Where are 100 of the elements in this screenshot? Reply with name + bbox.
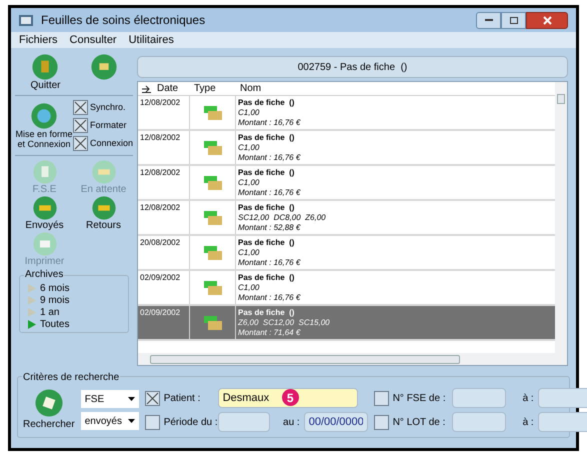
dropdown[interactable]: FSE bbox=[80, 390, 139, 408]
action-button[interactable]: Envoyés bbox=[15, 196, 74, 231]
number-field[interactable] bbox=[538, 412, 587, 432]
vertical-scrollbar[interactable] bbox=[555, 82, 567, 353]
caret-icon bbox=[128, 419, 135, 423]
field-label: Patient : bbox=[164, 392, 202, 406]
tray-icon bbox=[92, 160, 116, 184]
sort-icon[interactable] bbox=[142, 84, 151, 92]
close-button[interactable] bbox=[526, 12, 568, 28]
cards-icon bbox=[204, 316, 222, 330]
name-text: Pas de fiche () bbox=[238, 308, 296, 318]
folder-icon bbox=[91, 54, 118, 80]
menu-item[interactable]: Utilitaires bbox=[128, 32, 174, 48]
name-text: Pas de fiche () bbox=[238, 98, 296, 108]
date-cell: 12/08/2002 bbox=[138, 96, 190, 129]
table-row[interactable]: 20/08/2002 Pas de fiche () C1,00 Montant : 16,76 € bbox=[138, 236, 555, 271]
close-icon bbox=[542, 16, 552, 24]
amount-text: Montant : 52,88 € bbox=[238, 223, 302, 233]
folder-button[interactable] bbox=[91, 54, 118, 80]
window-title: Feuilles de soins électroniques bbox=[41, 12, 206, 29]
archive-item[interactable]: 9 mois bbox=[28, 294, 70, 306]
search-button[interactable]: Rechercher bbox=[23, 388, 75, 432]
name-text: Pas de fiche () bbox=[238, 238, 296, 248]
search-icon bbox=[34, 388, 63, 416]
date-cell: 02/09/2002 bbox=[138, 306, 190, 339]
date-field[interactable] bbox=[218, 412, 270, 432]
horizontal-scrollbar[interactable] bbox=[138, 353, 567, 365]
menu-item[interactable]: Consulter bbox=[70, 32, 117, 48]
archive-item[interactable]: Toutes bbox=[28, 318, 70, 330]
tray-icon bbox=[92, 196, 116, 220]
group-title: Archives bbox=[24, 269, 64, 280]
door-icon bbox=[32, 54, 58, 80]
column-header[interactable]: Date bbox=[157, 81, 178, 96]
field-label: N° LOT de : bbox=[392, 416, 446, 430]
number-field[interactable] bbox=[452, 388, 506, 408]
checkbox[interactable] bbox=[144, 390, 160, 406]
cards-icon bbox=[204, 141, 222, 155]
date-cell: 12/08/2002 bbox=[138, 131, 190, 164]
number-field[interactable] bbox=[538, 388, 587, 408]
field-label: au : bbox=[282, 416, 300, 430]
number-field[interactable] bbox=[452, 412, 506, 432]
table-row[interactable]: 12/08/2002 Pas de fiche () C1,00 Montant : 16,76 € bbox=[138, 166, 555, 201]
table-row[interactable]: 02/09/2002 Pas de fiche () Z6,00 SC12,00 SC15,00 Montant : 71,64 € bbox=[138, 306, 555, 341]
minimize-button[interactable] bbox=[476, 12, 501, 28]
printer-icon bbox=[32, 232, 56, 256]
amount-text: Montant : 16,76 € bbox=[238, 188, 300, 198]
doc-icon bbox=[32, 160, 56, 184]
table-row[interactable]: 12/08/2002 Pas de fiche () C1,00 Montant : 16,76 € bbox=[138, 96, 555, 131]
acts-text: C1,00 bbox=[238, 248, 260, 258]
cards-icon bbox=[204, 211, 222, 225]
name-text: Pas de fiche () bbox=[238, 168, 296, 178]
name-text: Pas de fiche () bbox=[238, 203, 296, 213]
cards-icon bbox=[204, 246, 222, 260]
cards-icon bbox=[204, 281, 222, 295]
amount-text: Montant : 16,76 € bbox=[238, 118, 300, 128]
checkbox[interactable] bbox=[72, 118, 88, 133]
caret-icon bbox=[128, 397, 135, 401]
acts-text: SC12,00 DC8,00 Z6,00 bbox=[238, 213, 326, 223]
menu-item[interactable]: Fichiers bbox=[19, 32, 58, 48]
amount-text: Montant : 16,76 € bbox=[238, 258, 300, 268]
checkbox[interactable] bbox=[374, 414, 389, 430]
format-connect-button[interactable]: Mise en forme et Connexion bbox=[15, 102, 73, 148]
checkbox[interactable] bbox=[72, 100, 88, 115]
cards-icon bbox=[204, 176, 222, 190]
checkbox[interactable] bbox=[144, 414, 160, 430]
amount-text: Montant : 16,76 € bbox=[238, 293, 300, 303]
date-cell: 20/08/2002 bbox=[138, 236, 190, 269]
table-row[interactable]: 02/09/2002 Pas de fiche () C1,00 Montant : 16,76 € bbox=[138, 271, 555, 306]
checkbox-label: Synchro. bbox=[90, 102, 126, 113]
field-label: N° FSE de : bbox=[392, 392, 447, 406]
checkbox[interactable] bbox=[72, 136, 88, 151]
maximize-button[interactable] bbox=[501, 12, 526, 28]
globe-icon bbox=[30, 102, 57, 128]
name-text: Pas de fiche () bbox=[238, 133, 296, 143]
quit-button[interactable]: Quitter bbox=[30, 54, 60, 91]
field-label: à : bbox=[522, 392, 534, 406]
acts-text: C1,00 bbox=[238, 143, 260, 153]
date-cell: 12/08/2002 bbox=[138, 201, 190, 234]
action-button[interactable]: Retours bbox=[74, 196, 133, 231]
amount-text: Montant : 71,64 € bbox=[238, 328, 302, 338]
archive-item[interactable]: 1 an bbox=[28, 306, 60, 318]
checkbox-label: Formater bbox=[90, 120, 126, 131]
date-cell: 12/08/2002 bbox=[138, 166, 190, 199]
amount-text: Montant : 16,76 € bbox=[238, 153, 300, 163]
record-header: 002759 - Pas de fiche () bbox=[137, 56, 568, 78]
table-row[interactable]: 12/08/2002 Pas de fiche () C1,00 Montant : 16,76 € bbox=[138, 131, 555, 166]
name-text: Pas de fiche () bbox=[238, 273, 296, 283]
dropdown[interactable]: envoyés bbox=[80, 412, 139, 430]
date-cell: 02/09/2002 bbox=[138, 271, 190, 304]
app-icon bbox=[19, 14, 33, 26]
table-row[interactable]: 12/08/2002 Pas de fiche () SC12,00 DC8,00 Z6,00 Montant : 52,88 € bbox=[138, 201, 555, 236]
acts-text: C1,00 bbox=[238, 108, 260, 118]
tray-icon bbox=[32, 196, 56, 220]
archive-item[interactable]: 6 mois bbox=[28, 282, 70, 294]
column-header[interactable]: Nom bbox=[236, 81, 262, 96]
checkbox-label: Connexion bbox=[90, 138, 133, 149]
column-header[interactable]: Type bbox=[190, 81, 236, 96]
cards-icon bbox=[204, 106, 222, 120]
acts-text: C1,00 bbox=[238, 178, 260, 188]
checkbox[interactable] bbox=[374, 390, 389, 406]
